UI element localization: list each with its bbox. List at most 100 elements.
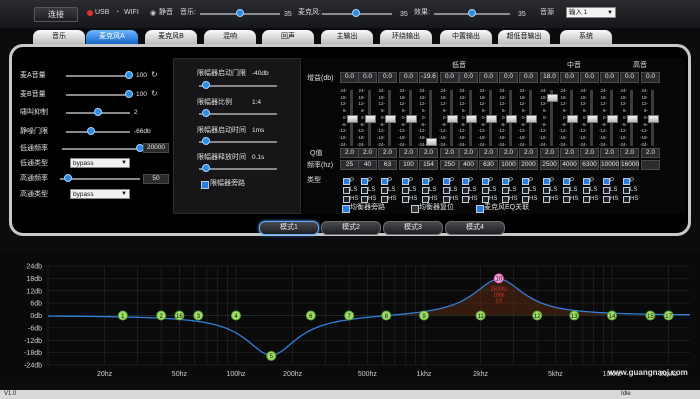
eq-gain-input[interactable]: 0.0 xyxy=(358,72,377,83)
limiter-bypass-checkbox[interactable] xyxy=(201,181,209,189)
eq-gain-input[interactable]: 0.0 xyxy=(519,72,538,83)
eq-gain-input[interactable]: 0.0 xyxy=(620,72,639,83)
lowpass-frequency-slider[interactable] xyxy=(62,148,142,150)
eq-frequency-input[interactable]: 16000 xyxy=(620,160,639,170)
eq-type-hs-checkbox[interactable] xyxy=(522,196,529,203)
eq-type-p-checkbox[interactable] xyxy=(361,178,368,185)
eq-frequency-input[interactable]: 154 xyxy=(419,160,438,170)
eq-type-p-checkbox[interactable] xyxy=(443,178,450,185)
eq-point[interactable]: 1 xyxy=(117,310,128,321)
tab-3[interactable]: 麦克风B xyxy=(145,30,197,44)
eq-type-p-checkbox[interactable] xyxy=(381,178,388,185)
mic-b-volume-knob[interactable] xyxy=(125,90,133,98)
eq-frequency-input[interactable]: 630 xyxy=(479,160,498,170)
eq-point[interactable]: 8 xyxy=(381,310,392,321)
tab-1[interactable]: 音乐 xyxy=(33,30,85,44)
eq-q-input[interactable]: 2.0 xyxy=(440,148,459,158)
eq-type-p-checkbox[interactable] xyxy=(583,178,590,185)
eq-frequency-input[interactable]: 25 xyxy=(340,160,359,170)
reset-icon[interactable]: ↻ xyxy=(151,89,158,98)
eq-type-ls-checkbox[interactable] xyxy=(583,187,590,194)
eq-type-p-checkbox[interactable] xyxy=(422,178,429,185)
tab-6[interactable]: 主输出 xyxy=(321,30,373,44)
eq-point[interactable]: 9 xyxy=(418,310,429,321)
eq-q-input[interactable]: 2.0 xyxy=(580,148,599,158)
eq-gain-knob[interactable] xyxy=(627,115,638,123)
eq-frequency-input[interactable]: 4000 xyxy=(560,160,579,170)
eq-type-p-checkbox[interactable] xyxy=(482,178,489,185)
mode-4-button[interactable]: 模式4 xyxy=(445,221,505,235)
eq-gain-input[interactable]: -19.6 xyxy=(419,72,438,83)
eq-point[interactable]: 12 xyxy=(532,310,543,321)
eq-type-hs-checkbox[interactable] xyxy=(361,196,368,203)
eq-frequency-input[interactable] xyxy=(641,160,660,170)
noise-gate-knob[interactable] xyxy=(87,127,95,135)
reset-icon[interactable]: ↻ xyxy=(151,70,158,79)
eq-q-input[interactable]: 2.0 xyxy=(499,148,518,158)
eq-gain-input[interactable]: 0.0 xyxy=(459,72,478,83)
source-select[interactable]: 输入 1 ▼ xyxy=(566,7,616,18)
music-volume-knob[interactable] xyxy=(236,9,244,17)
eq-type-ls-checkbox[interactable] xyxy=(482,187,489,194)
eq-type-hs-checkbox[interactable] xyxy=(563,196,570,203)
eq-gain-input[interactable]: 0.0 xyxy=(641,72,660,83)
mode-1-button[interactable]: 模式1 xyxy=(259,221,319,235)
eq-type-ls-checkbox[interactable] xyxy=(623,187,630,194)
mic-eq-link-checkbox[interactable] xyxy=(476,205,484,213)
eq-frequency-input[interactable]: 10000 xyxy=(600,160,619,170)
eq-frequency-input[interactable]: 250 xyxy=(440,160,459,170)
tab-7[interactable]: 环绕输出 xyxy=(380,30,432,44)
eq-response-graph[interactable]: 24db 18db 12db 6db 0db -6db -12db -18db -24db 20… xyxy=(0,252,700,382)
eq-point[interactable]: 14 xyxy=(606,310,617,321)
tab-9[interactable]: 超低音输出 xyxy=(498,30,550,44)
eq-type-ls-checkbox[interactable] xyxy=(462,187,469,194)
eq-gain-input[interactable]: 0.0 xyxy=(479,72,498,83)
mic-a-volume-knob[interactable] xyxy=(125,71,133,79)
tab-8[interactable]: 中置输出 xyxy=(440,30,492,44)
eq-type-hs-checkbox[interactable] xyxy=(462,196,469,203)
eq-frequency-input[interactable]: 40 xyxy=(358,160,377,170)
mute-icon[interactable]: ◉ xyxy=(150,9,156,17)
eq-type-hs-checkbox[interactable] xyxy=(443,196,450,203)
eq-q-input[interactable]: 2.0 xyxy=(399,148,418,158)
eq-point[interactable]: 17 xyxy=(663,310,674,321)
mode-2-button[interactable]: 模式2 xyxy=(321,221,381,235)
eq-type-hs-checkbox[interactable] xyxy=(381,196,388,203)
eq-gain-input[interactable]: 0.0 xyxy=(399,72,418,83)
tab-2[interactable]: 麦克风A xyxy=(86,30,138,44)
eq-point[interactable]: 7 xyxy=(344,310,355,321)
eq-q-input[interactable]: 2.0 xyxy=(378,148,397,158)
eq-q-input[interactable]: 2.0 xyxy=(540,148,559,158)
eq-gain-input[interactable]: 0.0 xyxy=(340,72,359,83)
eq-q-input[interactable]: 2.0 xyxy=(419,148,438,158)
mode-3-button[interactable]: 模式3 xyxy=(383,221,443,235)
eq-type-p-checkbox[interactable] xyxy=(402,178,409,185)
eq-gain-input[interactable]: 18.0 xyxy=(540,72,559,83)
eq-q-input[interactable]: 2.0 xyxy=(641,148,660,158)
eq-type-hs-checkbox[interactable] xyxy=(482,196,489,203)
mic-b-volume-slider[interactable] xyxy=(66,94,130,96)
eq-q-input[interactable]: 2.0 xyxy=(459,148,478,158)
eq-gain-knob[interactable] xyxy=(648,115,659,123)
eq-type-p-checkbox[interactable] xyxy=(543,178,550,185)
eq-gain-input[interactable]: 0.0 xyxy=(560,72,579,83)
limiter-ratio-slider[interactable] xyxy=(199,113,277,115)
eq-point[interactable]: 16 xyxy=(174,310,185,321)
limiter-release-knob[interactable] xyxy=(202,164,210,172)
eq-bypass-checkbox[interactable] xyxy=(342,205,350,213)
tab-10[interactable]: 系统 xyxy=(560,30,612,44)
eq-gain-input[interactable]: 0.0 xyxy=(440,72,459,83)
eq-type-ls-checkbox[interactable] xyxy=(402,187,409,194)
eq-q-input[interactable]: 2.0 xyxy=(600,148,619,158)
eq-q-input[interactable]: 2.0 xyxy=(620,148,639,158)
eq-frequency-input[interactable]: 400 xyxy=(459,160,478,170)
eq-q-input[interactable]: 2.0 xyxy=(560,148,579,158)
eq-point[interactable]: 15 xyxy=(645,310,656,321)
tab-4[interactable]: 混响 xyxy=(204,30,256,44)
eq-frequency-input[interactable]: 2500 xyxy=(540,160,559,170)
eq-point[interactable]: 10 xyxy=(493,273,504,284)
usb-label[interactable]: USB xyxy=(95,8,109,18)
eq-q-input[interactable]: 2.0 xyxy=(479,148,498,158)
highpass-frequency-input[interactable]: 50 xyxy=(143,174,169,184)
mic-volume-knob[interactable] xyxy=(352,9,360,17)
